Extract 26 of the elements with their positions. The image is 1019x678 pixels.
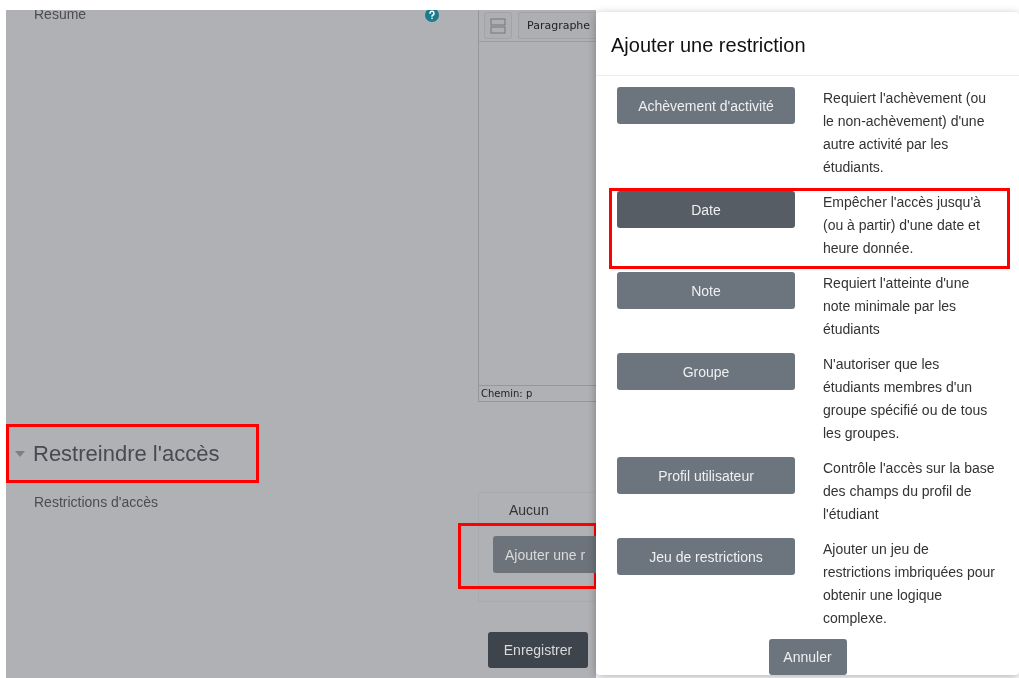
restriction-description: Requiert l'atteinte d'une note minimale par les étudiants	[823, 274, 971, 339]
path-bar: Chemin: p	[479, 385, 596, 402]
save-button[interactable]: Enregistrer	[488, 632, 588, 668]
restrictions-value: Aucun	[508, 503, 550, 517]
restriction-description: Contrôle l'accès sur la base des champs du profil de l'étudiant	[823, 459, 996, 524]
section-heading: Restreindre l'accès	[33, 440, 220, 467]
cancel-button[interactable]: Annuler	[768, 639, 847, 675]
restriction-type-button[interactable]: Date	[617, 191, 795, 228]
add-restriction-button[interactable]: Ajouter une r	[493, 536, 596, 573]
format-dropdown[interactable]: Paragraphe	[518, 12, 596, 39]
restriction-type-button[interactable]: Note	[617, 272, 795, 309]
field-label: Restrictions d'accès	[34, 494, 159, 510]
toolbar-toggle-button[interactable]	[484, 12, 512, 39]
restriction-type-button[interactable]: Jeu de restrictions	[617, 538, 795, 575]
field-label: Resume	[34, 10, 87, 22]
restriction-type-button[interactable]: Achèvement d'activité	[617, 87, 795, 124]
restriction-description: N'autoriser que les étudiants membres d'un groupe spécifié ou de tous les groupes.	[823, 355, 989, 443]
layout-icon	[490, 17, 506, 34]
restriction-description: Ajouter un jeu de restrictions imbriquées pour obtenir une logique complexe.	[823, 540, 996, 628]
restriction-description: Requiert l'achèvement (ou le non-achèvement) d'une autre activité par les étudiants.	[823, 89, 987, 177]
dialog-title: Ajouter une restriction	[596, 12, 1019, 76]
restriction-type-button[interactable]: Groupe	[617, 353, 795, 390]
restriction-description: Empêcher l'accès jusqu'à (ou à partir) d'une date et heure donnée.	[823, 193, 982, 258]
restriction-type-button[interactable]: Profil utilisateur	[617, 457, 795, 494]
help-icon[interactable]	[425, 10, 439, 22]
caret-icon[interactable]	[15, 450, 25, 457]
